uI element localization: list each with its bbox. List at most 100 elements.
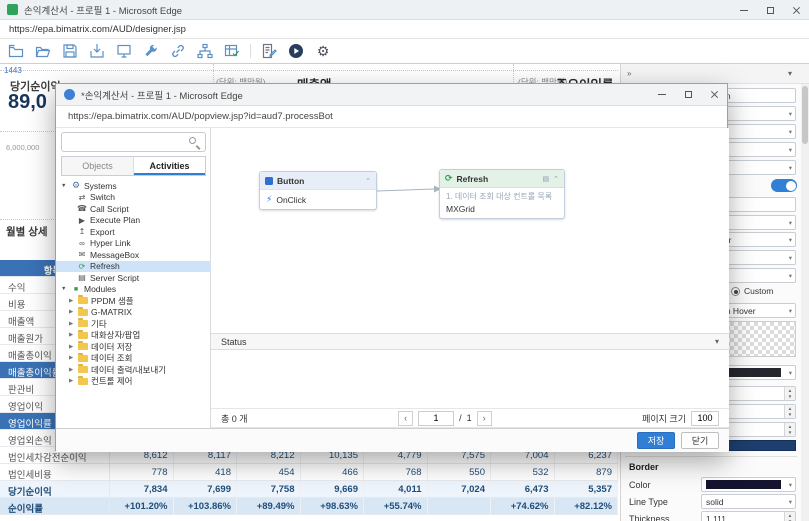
tree-search-input[interactable] <box>67 134 187 150</box>
expanded-arrow-icon[interactable]: ▼ <box>61 286 68 292</box>
spinner-arrows-icon[interactable]: ▲▼ <box>784 423 795 436</box>
popup-title: *손익계산서 - 프로필 1 - Microsoft Edge <box>81 88 243 102</box>
close-button[interactable] <box>783 0 809 20</box>
table-cell: 7,699 <box>174 481 238 497</box>
settings-gear-icon[interactable]: ⚙ <box>314 42 332 60</box>
grid-check-icon[interactable] <box>223 42 241 60</box>
prop-custom-radio[interactable]: Custom <box>731 286 773 296</box>
tab-objects[interactable]: Objects <box>62 157 134 175</box>
border-color-swatch[interactable]: ▾ <box>701 477 796 492</box>
tree-item-export[interactable]: ↥Export <box>56 226 211 238</box>
folder-icon <box>78 366 88 373</box>
process-flow-canvas[interactable]: Button ⌃ ⚡ OnClick ⟳ Refresh ▤ ⌃ <box>211 128 729 333</box>
collapsed-arrow-icon[interactable]: ▶ <box>69 298 75 304</box>
run-icon[interactable] <box>287 42 305 60</box>
call-script-icon: ☎ <box>77 204 87 213</box>
import-icon[interactable] <box>88 42 106 60</box>
border-thickness-input[interactable]: 1.111▲▼ <box>701 511 796 521</box>
border-linetype-select[interactable]: solid▾ <box>701 494 796 509</box>
collapsed-arrow-icon[interactable]: ▶ <box>69 355 75 361</box>
tree-item-label: Refresh <box>90 261 120 271</box>
tree-folder-etc[interactable]: ▶ 기타 <box>56 318 211 330</box>
save-button[interactable]: 저장 <box>637 432 675 449</box>
tree-group-systems[interactable]: ▼⚙Systems <box>56 180 211 192</box>
minimize-button[interactable] <box>731 0 757 20</box>
tree-item-switch[interactable]: ⇄Switch <box>56 192 211 204</box>
open-folder-icon[interactable] <box>34 42 52 60</box>
border-linetype-label: Line Type <box>629 497 668 507</box>
prev-page-button[interactable]: ‹ <box>398 411 413 426</box>
tree-item-refresh[interactable]: ⟳Refresh <box>56 261 211 273</box>
link-icon[interactable] <box>169 42 187 60</box>
collapsed-arrow-icon[interactable]: ▶ <box>69 344 75 350</box>
popup-minimize-button[interactable] <box>649 84 675 104</box>
dropdown-arrow-icon: ▾ <box>789 254 792 262</box>
page-size-input[interactable] <box>691 411 719 426</box>
tab-activities[interactable]: Activities <box>134 157 205 175</box>
tree-folder-control[interactable]: ▶컨트롤 제어 <box>56 376 211 388</box>
button-node-header[interactable]: Button ⌃ <box>260 172 376 190</box>
chevrons-right-icon[interactable]: » <box>627 69 631 78</box>
tree-folder-ppdm[interactable]: ▶PPDM 샘플 <box>56 295 211 307</box>
chevron-down-icon[interactable]: ▾ <box>715 337 719 346</box>
table-row: 법인세비용 778 418 454 466 768 550 532 879 <box>0 464 618 481</box>
tree-search-box[interactable] <box>61 132 206 152</box>
execute-plan-icon: ▶ <box>77 216 87 225</box>
tree-item-server-script[interactable]: ▤Server Script <box>56 272 211 284</box>
status-section[interactable]: Status ▾ <box>211 333 729 350</box>
collapsed-arrow-icon[interactable]: ▶ <box>69 378 75 384</box>
popup-titlebar[interactable]: *손익계산서 - 프로필 1 - Microsoft Edge <box>56 84 727 106</box>
spinner-arrows-icon[interactable]: ▲▼ <box>784 387 795 400</box>
tree-folder-data-save[interactable]: ▶데이터 저장 <box>56 341 211 353</box>
tree-folder-gmatrix[interactable]: ▶ G-MATRIX <box>56 307 211 319</box>
tree-item-call-script[interactable]: ☎Call Script <box>56 203 211 215</box>
button-node[interactable]: Button ⌃ ⚡ OnClick <box>259 171 377 210</box>
collapsed-arrow-icon[interactable]: ▶ <box>69 332 75 338</box>
refresh-node-header[interactable]: ⟳ Refresh ▤ ⌃ <box>440 170 564 188</box>
chevron-down-icon[interactable]: ▾ <box>788 69 792 78</box>
new-folder-icon[interactable] <box>7 42 25 60</box>
collapsed-arrow-icon[interactable]: ▶ <box>69 321 75 327</box>
collapsed-arrow-icon[interactable]: ▶ <box>69 309 75 315</box>
table-cell: 4,011 <box>364 481 428 497</box>
page-input[interactable] <box>418 411 454 426</box>
maximize-button[interactable] <box>757 0 783 20</box>
save-icon[interactable] <box>61 42 79 60</box>
tools-icon[interactable] <box>142 42 160 60</box>
window-titlebar[interactable]: 손익계산서 - 프로필 1 - Microsoft Edge <box>0 0 809 20</box>
tree-folder-data-query[interactable]: ▶데이터 조회 <box>56 353 211 365</box>
edit-document-icon[interactable] <box>260 42 278 60</box>
tree-item-messagebox[interactable]: ✉MessageBox <box>56 249 211 261</box>
popup-close-button[interactable] <box>701 84 727 104</box>
prop-toggle-switch[interactable] <box>771 179 797 192</box>
refresh-node-target: MXGrid <box>446 204 558 214</box>
refresh-node[interactable]: ⟳ Refresh ▤ ⌃ 1. 데이터 조회 대상 컨트롤 목록 MXGrid <box>439 169 565 219</box>
collapse-chevron-icon[interactable]: ⌃ <box>553 175 559 183</box>
scrollbar-thumb[interactable] <box>802 86 808 144</box>
tree-folder-dialog-popup[interactable]: ▶대화상자/팝업 <box>56 330 211 342</box>
folder-icon <box>78 309 88 316</box>
tree-item-label: 기타 <box>91 318 107 330</box>
collapse-chevron-icon[interactable]: ⌃ <box>365 177 371 185</box>
tree-group-modules[interactable]: ▼■Modules <box>56 284 211 296</box>
linetype-value: solid <box>706 497 723 507</box>
collapsed-arrow-icon[interactable]: ▶ <box>69 367 75 373</box>
next-page-button[interactable]: › <box>477 411 492 426</box>
spinner-arrows-icon[interactable]: ▲▼ <box>784 512 795 521</box>
dropdown-arrow-icon: ▾ <box>789 146 792 154</box>
tree-item-hyper-link[interactable]: ∞Hyper Link <box>56 238 211 250</box>
node-title: Refresh <box>457 174 539 184</box>
preview-icon[interactable] <box>115 42 133 60</box>
table-cell: +101.20% <box>110 498 174 514</box>
tree-item-label: G-MATRIX <box>91 307 132 317</box>
expanded-arrow-icon[interactable]: ▼ <box>61 183 68 189</box>
tree-folder-data-export[interactable]: ▶데이터 출력/내보내기 <box>56 364 211 376</box>
close-dialog-button[interactable]: 닫기 <box>681 432 719 449</box>
scrollbar-track[interactable] <box>801 84 809 521</box>
spinner-arrows-icon[interactable]: ▲▼ <box>784 405 795 418</box>
popup-maximize-button[interactable] <box>675 84 701 104</box>
hierarchy-icon[interactable] <box>196 42 214 60</box>
menu-icon[interactable]: ▤ <box>543 175 550 183</box>
tree-item-execute-plan[interactable]: ▶Execute Plan <box>56 215 211 227</box>
onclick-event[interactable]: ⚡ OnClick <box>266 194 370 205</box>
